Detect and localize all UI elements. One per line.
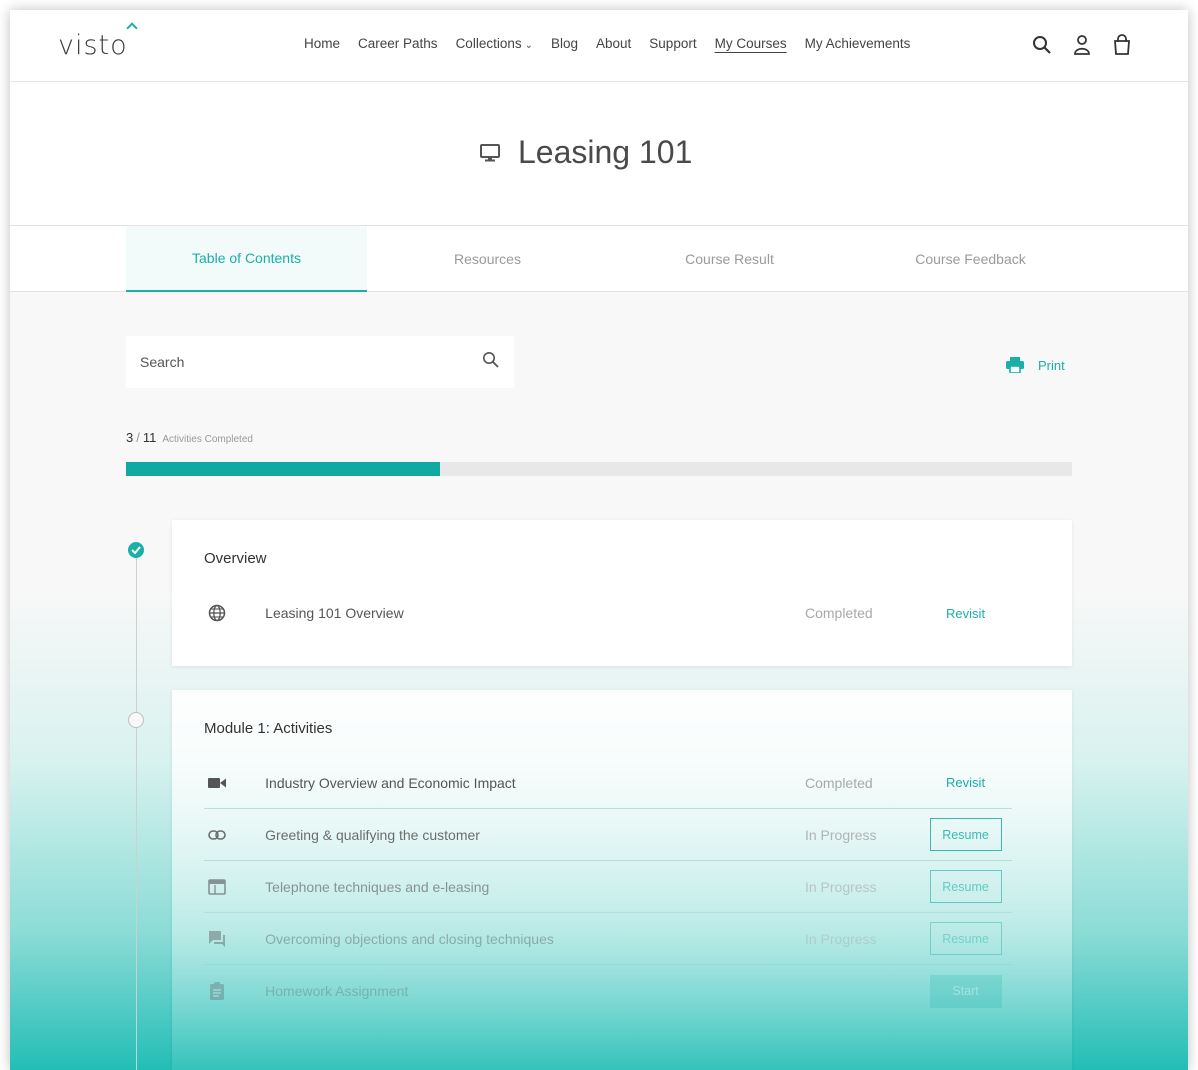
browser-frame: visto Home Career Paths Collections ⌄ Blo… <box>10 10 1188 1070</box>
chat-icon <box>204 930 229 948</box>
print-label: Print <box>1038 357 1065 373</box>
header-icons <box>1032 34 1132 56</box>
nav-support[interactable]: Support <box>649 36 696 51</box>
resume-button[interactable]: Resume <box>929 870 1002 903</box>
cart-icon[interactable] <box>1112 34 1132 56</box>
progress-bar <box>126 462 1072 476</box>
progress-total: 11 <box>142 430 157 445</box>
search-icon[interactable] <box>482 351 500 374</box>
course-tabs: Table of Contents Resources Course Resul… <box>10 226 1188 292</box>
section-title: Module 1: Activities <box>204 720 333 737</box>
start-button[interactable]: Start <box>929 974 1002 1008</box>
check-icon <box>131 546 141 554</box>
activity-name: Greeting & qualifying the customer <box>265 826 480 843</box>
main-nav: Home Career Paths Collections ⌄ Blog Abou… <box>304 36 928 51</box>
logo-caret-icon <box>126 22 138 34</box>
section-title: Overview <box>204 550 267 567</box>
resume-button[interactable]: Resume <box>929 818 1002 851</box>
tab-course-feedback[interactable]: Course Feedback <box>850 226 1091 292</box>
tab-table-of-contents[interactable]: Table of Contents <box>126 226 367 292</box>
search-icon[interactable] <box>1032 34 1052 56</box>
activity-name: Industry Overview and Economic Impact <box>265 774 516 791</box>
search-input[interactable] <box>140 354 482 370</box>
account-icon[interactable] <box>1072 34 1092 56</box>
activity-status: Completed <box>804 774 873 791</box>
monitor-icon <box>480 143 500 161</box>
progress-label: Activities Completed <box>162 434 253 445</box>
nav-my-achievements[interactable]: My Achievements <box>805 36 911 51</box>
web-icon <box>204 878 229 895</box>
video-icon <box>204 777 229 789</box>
tab-resources[interactable]: Resources <box>367 226 608 292</box>
section-complete-marker <box>128 542 144 558</box>
page-title: Leasing 101 <box>518 134 693 170</box>
activity-row: Leasing 101 Overview Completed Revisit <box>204 587 1012 639</box>
activity-row: Telephone techniques and e-leasing In Pr… <box>204 861 1012 913</box>
revisit-button[interactable]: Revisit <box>946 775 985 790</box>
globe-icon <box>204 604 229 622</box>
section-card-module-1: Module 1: Activities Industry Overview a… <box>172 690 1072 1070</box>
printer-icon <box>1006 357 1024 373</box>
section-card-overview: Overview Leasing 101 Overview Completed … <box>172 520 1072 666</box>
table-of-contents-panel: Print 3/11 Activities Completed Overview … <box>10 292 1188 1070</box>
nav-about[interactable]: About <box>596 36 631 51</box>
activity-row: Overcoming objections and closing techni… <box>204 913 1012 965</box>
nav-home[interactable]: Home <box>304 36 340 51</box>
activity-status: Completed <box>804 605 873 621</box>
print-button[interactable]: Print <box>1006 357 1065 373</box>
progress-separator: / <box>136 430 140 445</box>
progress-summary: 3/11 Activities Completed <box>126 430 253 445</box>
nav-career-paths[interactable]: Career Paths <box>358 36 438 51</box>
nav-blog[interactable]: Blog <box>551 36 578 51</box>
activity-row: Homework Assignment Start <box>204 965 1012 1017</box>
link-icon <box>204 829 229 840</box>
progress-bar-fill <box>126 462 441 476</box>
course-title-wrap: Leasing 101 <box>480 134 692 171</box>
activity-row: Greeting & qualifying the customer In Pr… <box>204 809 1012 861</box>
activity-status: In Progress <box>804 930 877 947</box>
activity-row: Industry Overview and Economic Impact Co… <box>204 757 1012 809</box>
nav-collections-label: Collections <box>455 36 522 51</box>
activity-name: Leasing 101 Overview <box>265 605 404 621</box>
activity-status: In Progress <box>804 826 877 843</box>
activity-status: In Progress <box>804 878 877 895</box>
resume-button[interactable]: Resume <box>929 922 1002 955</box>
progress-completed: 3 <box>126 430 134 445</box>
activity-name: Homework Assignment <box>265 983 409 999</box>
nav-my-courses[interactable]: My Courses <box>715 36 787 51</box>
nav-collections[interactable]: Collections ⌄ <box>456 36 533 51</box>
site-header: visto Home Career Paths Collections ⌄ Blo… <box>10 10 1188 82</box>
assignment-icon <box>204 982 229 1000</box>
timeline-line <box>136 552 137 1070</box>
activity-name: Overcoming objections and closing techni… <box>265 930 554 947</box>
tab-course-result[interactable]: Course Result <box>609 226 850 292</box>
chevron-down-icon: ⌄ <box>524 40 533 51</box>
logo[interactable]: visto <box>58 30 128 61</box>
course-header: Leasing 101 <box>10 82 1188 226</box>
revisit-button[interactable]: Revisit <box>946 606 985 621</box>
activity-name: Telephone techniques and e-leasing <box>265 878 490 895</box>
search-box <box>126 336 514 388</box>
section-open-marker <box>128 712 144 728</box>
